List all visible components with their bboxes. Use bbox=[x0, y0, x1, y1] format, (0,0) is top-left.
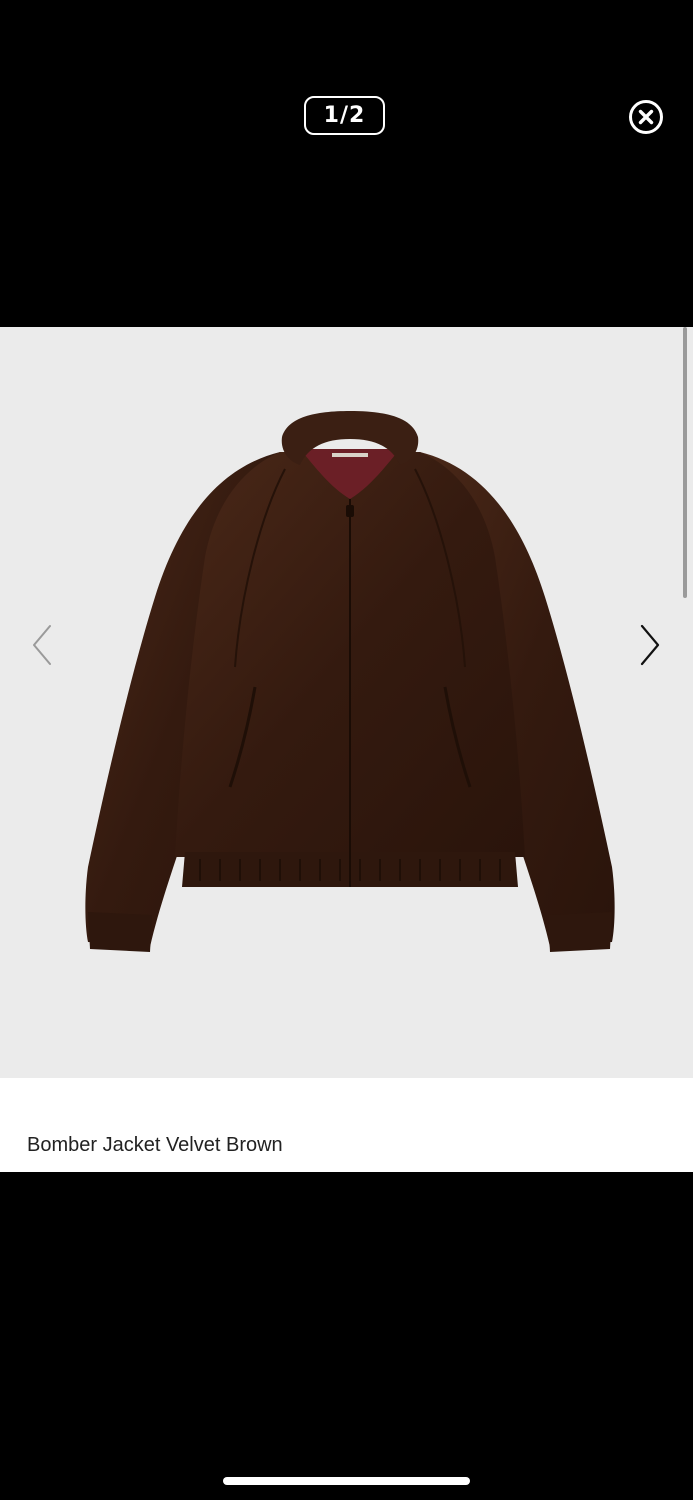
product-image bbox=[85, 411, 615, 952]
next-image-button[interactable] bbox=[635, 622, 665, 668]
image-viewer: 1/2 Bomber Jacket Velvet Brown bbox=[0, 0, 693, 1500]
chevron-left-icon bbox=[33, 625, 51, 665]
home-indicator[interactable] bbox=[223, 1477, 470, 1485]
image-counter: 1/2 bbox=[304, 96, 385, 135]
product-title: Bomber Jacket Velvet Brown bbox=[27, 1134, 283, 1156]
product-image-area[interactable] bbox=[0, 327, 693, 1078]
chevron-right-icon bbox=[640, 624, 660, 666]
close-button[interactable] bbox=[628, 99, 664, 135]
previous-image-button[interactable] bbox=[28, 622, 58, 668]
close-circle-icon bbox=[629, 100, 663, 134]
image-slide: Bomber Jacket Velvet Brown bbox=[0, 327, 693, 1172]
scrollbar[interactable] bbox=[683, 327, 687, 598]
